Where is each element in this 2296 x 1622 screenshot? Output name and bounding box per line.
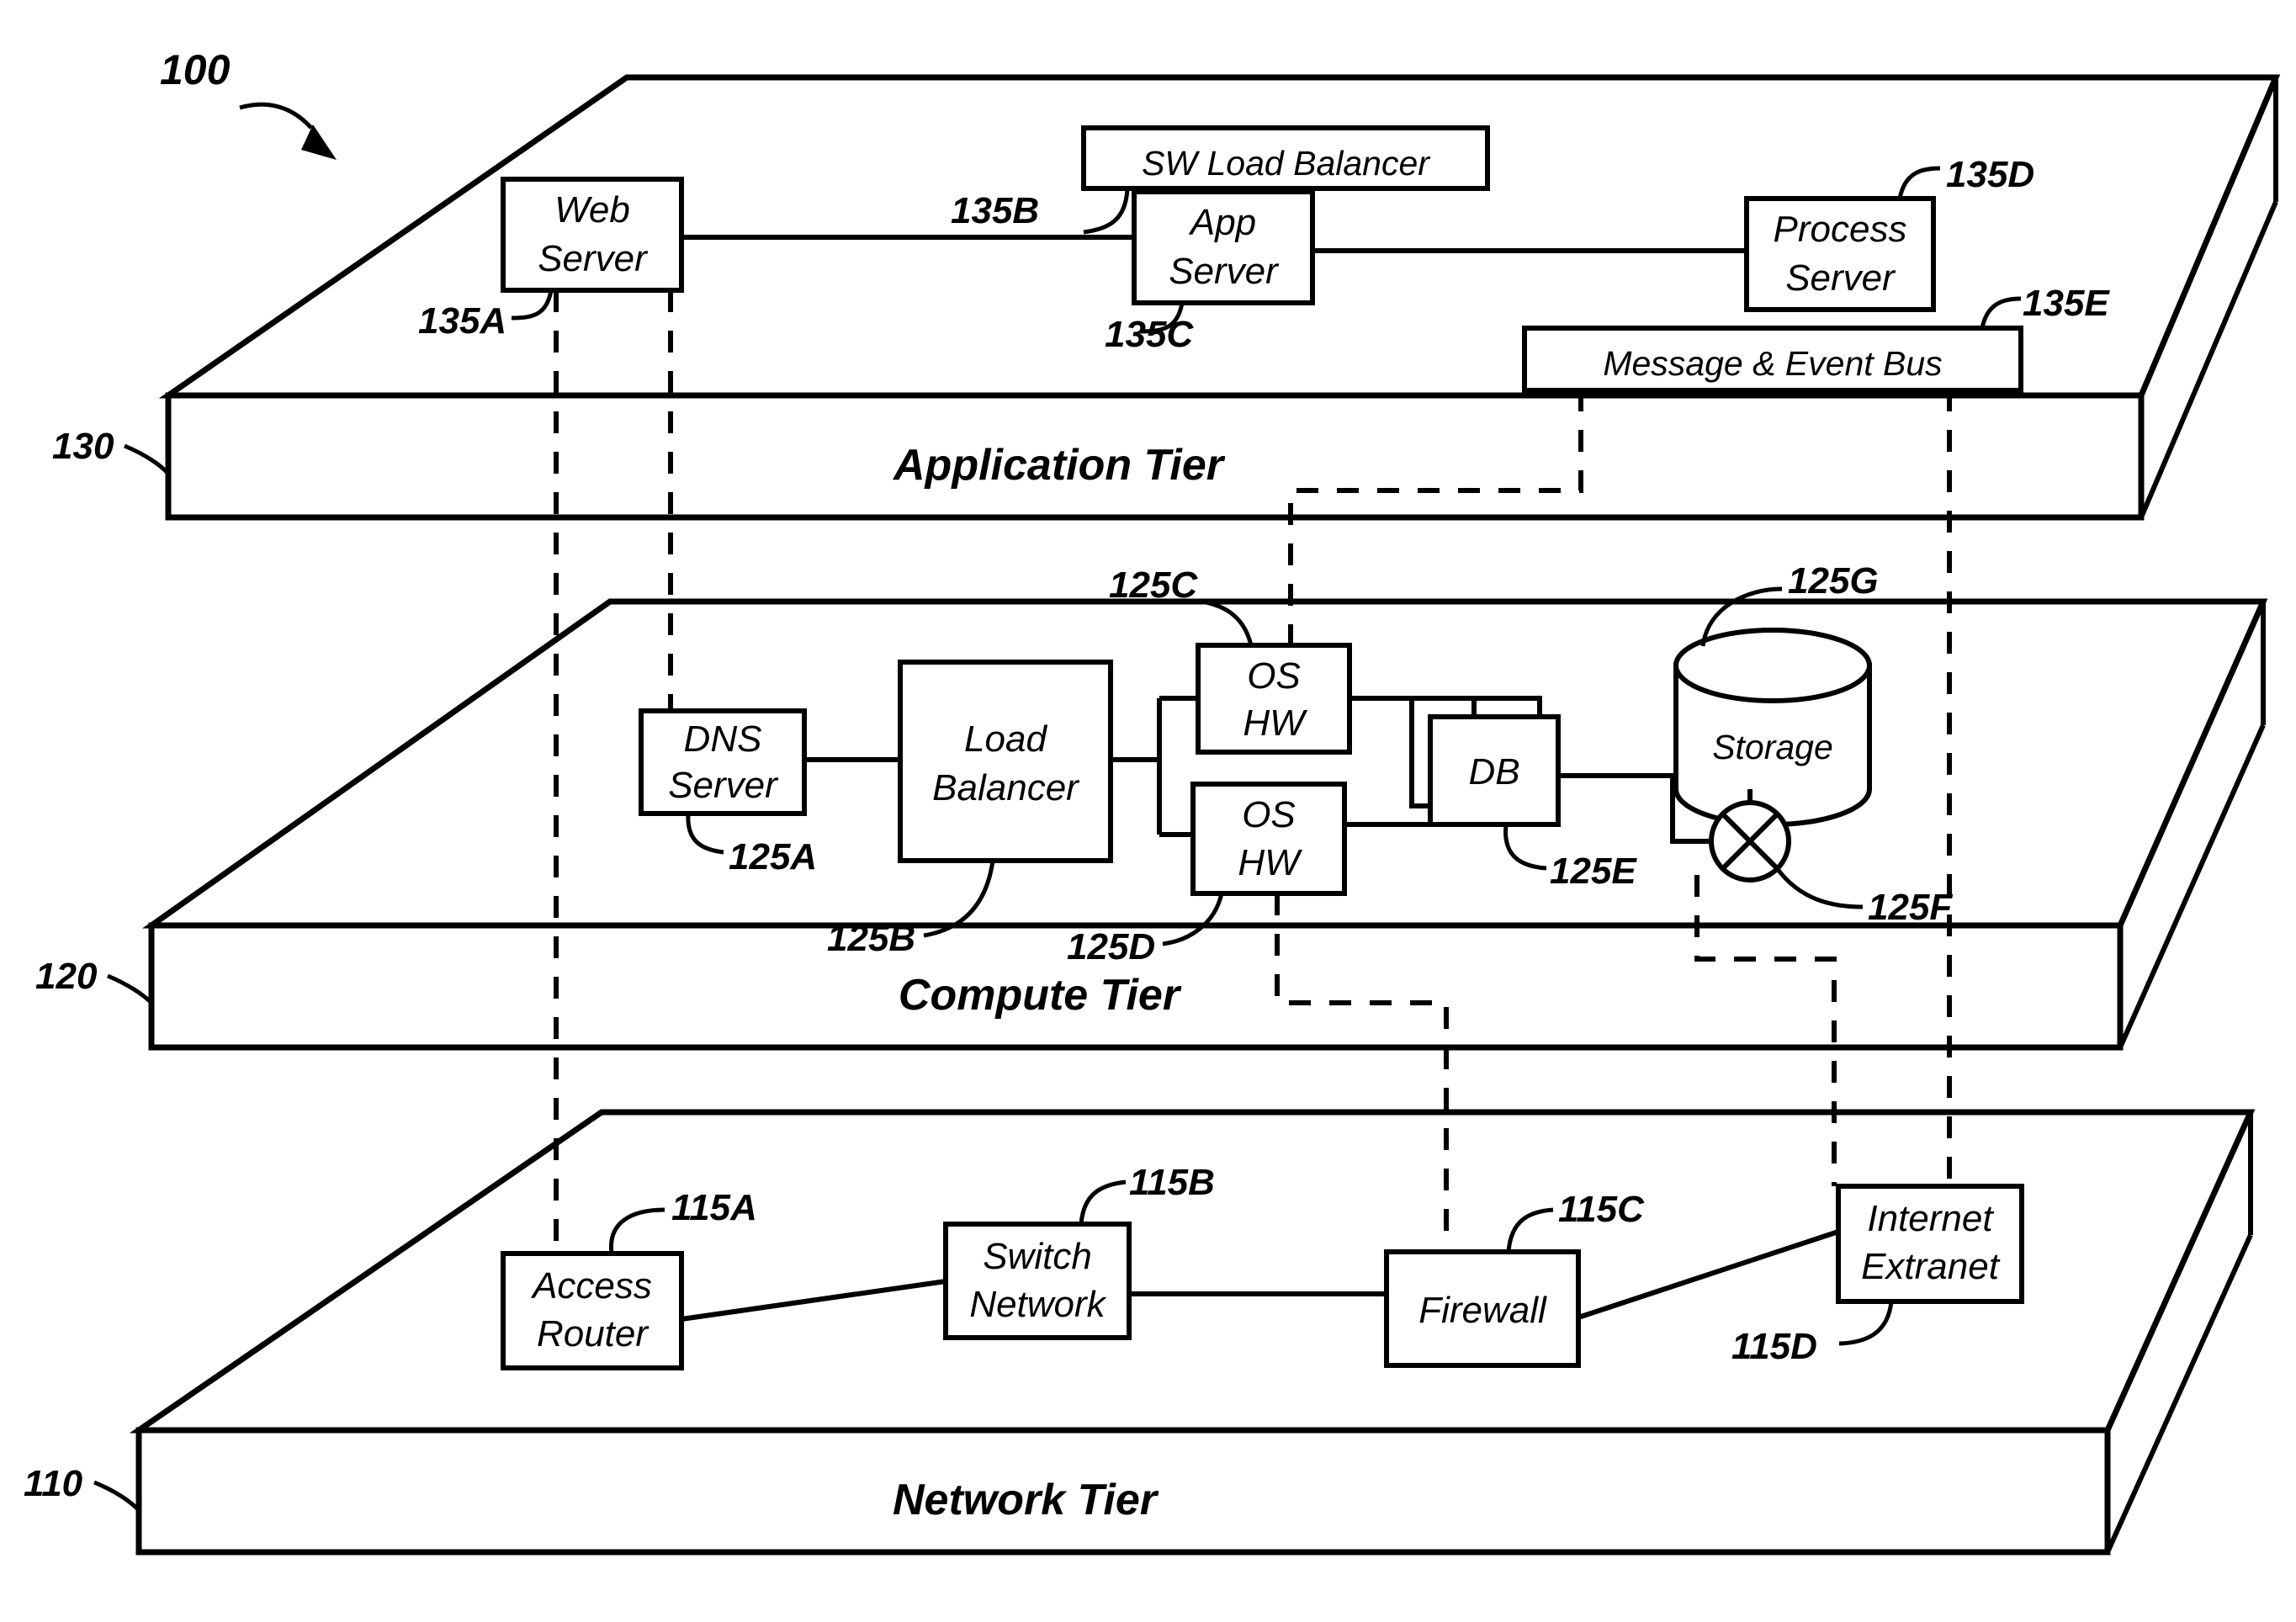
switch-network-node[interactable]: Switch Network: [943, 1222, 1132, 1340]
ref-125G: 125G: [1788, 560, 1879, 602]
ref-120-leader: [107, 973, 153, 1004]
ref-120: 120: [35, 956, 98, 997]
web-server-node[interactable]: Web Server: [501, 177, 684, 293]
os-hw-upper-label-line2: HW: [1243, 702, 1307, 744]
ref-130-leader: [124, 443, 170, 475]
db-label: DB: [1468, 751, 1519, 792]
sw-load-balancer-node[interactable]: SW Load Balancer: [1081, 125, 1490, 191]
switch-network-label-line1: Switch: [983, 1236, 1092, 1277]
ref-135D: 135D: [1946, 154, 2034, 195]
os-hw-lower-label-line1: OS: [1242, 794, 1296, 835]
figure-number-100: 100: [160, 46, 231, 93]
app-server-label-line1: App: [1188, 202, 1256, 243]
message-event-bus-label: Message & Event Bus: [1603, 344, 1942, 383]
web-server-label-line1: Web: [554, 189, 630, 231]
storage-label: Storage: [1712, 728, 1833, 766]
patent-figure: Web Server 135A SW Load Balancer 135B Ap…: [0, 0, 2296, 1622]
dns-server-node[interactable]: DNS Server: [639, 708, 807, 816]
load-balancer-label-line2: Balancer: [932, 767, 1080, 808]
internet-extranet-node[interactable]: Internet Extranet: [1836, 1184, 2024, 1304]
figure-ref-100: 100: [160, 46, 337, 160]
sw-load-balancer-label: SW Load Balancer: [1142, 144, 1431, 183]
process-server-label-line1: Process: [1774, 209, 1907, 250]
ref-110: 110: [24, 1463, 83, 1504]
ref-125B: 125B: [827, 918, 915, 959]
load-balancer-node[interactable]: Load Balancer: [898, 660, 1113, 863]
app-server-label-line2: Server: [1169, 251, 1280, 292]
ref-115A: 115A: [671, 1187, 757, 1228]
network-tier-label: Network Tier: [893, 1476, 1159, 1524]
ref-125F: 125F: [1868, 887, 1953, 928]
internet-extranet-label-line1: Internet: [1867, 1198, 1994, 1239]
firewall-node[interactable]: Firewall: [1384, 1249, 1581, 1368]
os-hw-lower-node[interactable]: OS HW: [1190, 782, 1347, 896]
app-server-node[interactable]: App Server: [1132, 189, 1315, 305]
ref-115B: 115B: [1129, 1162, 1215, 1203]
compute-tier-label: Compute Tier: [899, 971, 1182, 1020]
ref-135C: 135C: [1105, 314, 1194, 355]
db-node[interactable]: DB: [1409, 696, 1561, 827]
internet-extranet-label-line2: Extranet: [1861, 1246, 2001, 1287]
ref-125C: 125C: [1109, 565, 1198, 606]
ref-135B: 135B: [951, 190, 1039, 231]
os-hw-upper-label-line1: OS: [1247, 655, 1301, 697]
firewall-label: Firewall: [1418, 1290, 1547, 1331]
application-tier-label: Application Tier: [892, 441, 1226, 490]
ref-135A: 135A: [418, 300, 506, 342]
message-event-bus-node[interactable]: Message & Event Bus: [1522, 326, 2023, 393]
ref-125D: 125D: [1067, 926, 1155, 967]
os-hw-lower-label-line2: HW: [1238, 842, 1302, 883]
storage-node[interactable]: Storage: [1673, 628, 1872, 827]
ref-130: 130: [52, 426, 114, 467]
ref-125E: 125E: [1550, 851, 1637, 892]
ref-115D: 115D: [1731, 1326, 1817, 1367]
ref-110-leader: [93, 1480, 141, 1512]
os-hw-upper-node[interactable]: OS HW: [1196, 643, 1352, 755]
access-router-node[interactable]: Access Router: [501, 1251, 684, 1370]
dns-server-label-line1: DNS: [684, 718, 762, 760]
access-router-label-line2: Router: [537, 1313, 650, 1354]
process-server-node[interactable]: Process Server: [1744, 196, 1936, 312]
access-router-label-line1: Access: [530, 1265, 652, 1307]
process-server-label-line2: Server: [1785, 257, 1896, 299]
load-balancer-label-line1: Load: [964, 718, 1047, 760]
ref-135E: 135E: [2023, 283, 2110, 324]
switch-network-label-line2: Network: [969, 1284, 1106, 1325]
dns-server-label-line2: Server: [668, 765, 779, 806]
web-server-label-line2: Server: [538, 238, 649, 279]
ref-115C: 115C: [1558, 1189, 1645, 1230]
ref-125A: 125A: [729, 836, 817, 877]
